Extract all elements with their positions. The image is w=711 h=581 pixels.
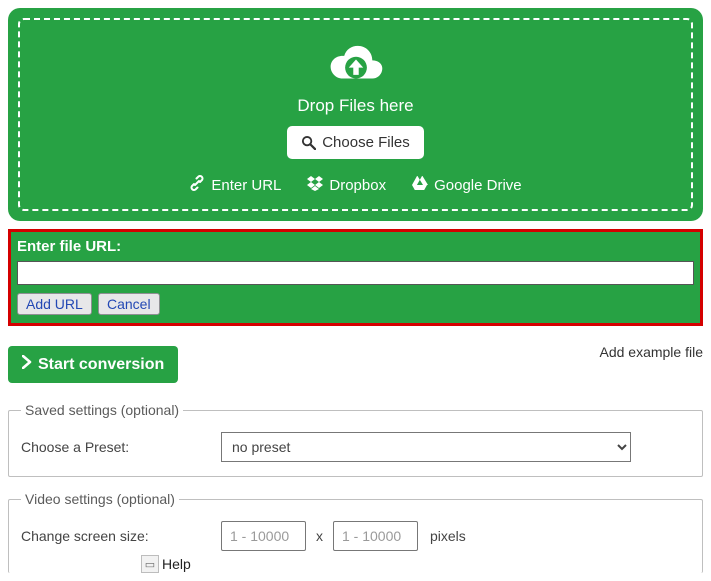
pixels-label: pixels: [430, 528, 466, 544]
screen-size-label: Change screen size:: [21, 528, 211, 544]
search-icon: [301, 135, 316, 150]
help-label[interactable]: Help: [162, 556, 191, 572]
preset-label: Choose a Preset:: [21, 439, 211, 455]
preset-row: Choose a Preset: no preset: [21, 432, 690, 462]
dimension-separator: x: [316, 528, 323, 544]
preset-select[interactable]: no preset: [221, 432, 631, 462]
google-drive-icon: [412, 175, 428, 195]
dropzone[interactable]: Drop Files here Choose Files Enter URL: [8, 8, 703, 221]
cloud-upload-icon: [30, 42, 681, 90]
dropzone-inner: Drop Files here Choose Files Enter URL: [18, 18, 693, 211]
width-input[interactable]: [221, 521, 306, 551]
start-conversion-label: Start conversion: [38, 356, 164, 374]
url-panel-buttons: Add URL Cancel: [17, 293, 694, 315]
height-input[interactable]: [333, 521, 418, 551]
chevron-right-icon: [22, 355, 32, 374]
add-example-link[interactable]: Add example file: [599, 344, 703, 360]
url-panel: Enter file URL: Add URL Cancel: [8, 229, 703, 326]
start-conversion-button[interactable]: Start conversion: [8, 346, 178, 383]
source-dropbox-label: Dropbox: [329, 177, 386, 194]
source-row: Enter URL Dropbox Google Drive: [30, 175, 681, 195]
choose-files-label: Choose Files: [322, 134, 410, 151]
source-google-drive[interactable]: Google Drive: [412, 175, 522, 195]
saved-settings-legend: Saved settings (optional): [21, 402, 183, 418]
url-panel-label: Enter file URL:: [17, 238, 694, 255]
mid-row: Add example file Start conversion: [8, 346, 703, 384]
source-url-label: Enter URL: [211, 177, 281, 194]
video-settings-legend: Video settings (optional): [21, 491, 179, 507]
saved-settings-fieldset: Saved settings (optional) Choose a Prese…: [8, 402, 703, 477]
source-dropbox[interactable]: Dropbox: [307, 175, 386, 195]
link-icon: [189, 175, 205, 195]
help-icon: ▭: [141, 555, 159, 573]
screen-size-row: Change screen size: x pixels: [21, 521, 690, 551]
choose-files-button[interactable]: Choose Files: [287, 126, 424, 159]
source-enter-url[interactable]: Enter URL: [189, 175, 281, 195]
url-input[interactable]: [17, 261, 694, 285]
dropbox-icon: [307, 175, 323, 195]
source-gdrive-label: Google Drive: [434, 177, 522, 194]
drop-text: Drop Files here: [30, 96, 681, 116]
page-root: Drop Files here Choose Files Enter URL: [0, 0, 711, 581]
video-settings-fieldset: Video settings (optional) Change screen …: [8, 491, 703, 573]
help-row: ▭ Help: [141, 555, 690, 573]
cancel-button[interactable]: Cancel: [98, 293, 160, 315]
add-url-button[interactable]: Add URL: [17, 293, 92, 315]
